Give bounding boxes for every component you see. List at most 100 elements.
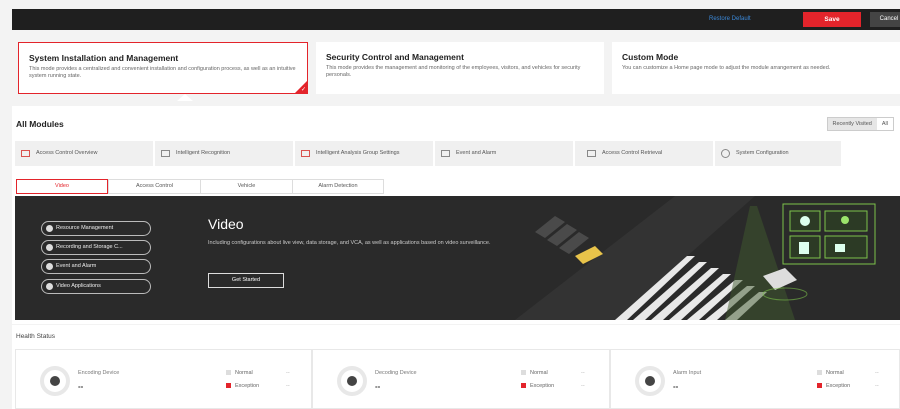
module-label: Intelligent Recognition: [176, 150, 231, 156]
mode-title: System Installation and Management: [29, 53, 179, 63]
step-resource-management[interactable]: Resource Management: [41, 221, 151, 236]
mode-description: This mode provides the management and mo…: [326, 65, 581, 78]
filter-recently-visited[interactable]: Recently Visited: [827, 118, 877, 130]
health-status-panel: Health Status Encoding Device -- Normal …: [12, 325, 900, 409]
module-label: Access Control Retrieval: [602, 150, 663, 156]
card-value: --: [78, 382, 84, 391]
cancel-button[interactable]: Cancel: [870, 12, 900, 27]
status-exception: Exception: [521, 383, 554, 389]
normal-count: --: [875, 370, 879, 376]
step-recording-storage[interactable]: Recording and Storage C...: [41, 240, 151, 255]
mode-card-custom[interactable]: Custom Mode You can customize a Home pag…: [612, 42, 900, 94]
status-label: Normal: [530, 370, 548, 376]
tab-vehicle[interactable]: Vehicle: [200, 179, 292, 194]
exception-legend-swatch: [817, 383, 822, 389]
get-started-button[interactable]: Get Started: [208, 273, 284, 288]
selection-pointer: [177, 94, 193, 101]
city-illustration: [515, 196, 876, 320]
step-video-applications[interactable]: Video Applications: [41, 279, 151, 294]
exception-legend-swatch: [521, 383, 526, 389]
normal-legend-swatch: [521, 370, 526, 376]
module-label: Event and Alarm: [456, 150, 497, 156]
module-access-control-retrieval[interactable]: Access Control Retrieval: [575, 141, 713, 166]
status-normal: Normal: [817, 370, 844, 376]
banner-description: Including configurations about live view…: [208, 240, 491, 246]
mode-title: Security Control and Management: [326, 52, 464, 62]
status-label: Normal: [826, 370, 844, 376]
status-exception: Exception: [817, 383, 850, 389]
module-label: System Configuration: [736, 150, 789, 156]
exception-count: --: [581, 383, 585, 389]
step-dot-icon: [46, 283, 53, 290]
gear-icon: [721, 149, 730, 158]
status-label: Exception: [530, 383, 555, 389]
health-card-decoding-device[interactable]: Decoding Device -- Normal -- Exception -…: [312, 349, 610, 409]
step-dot-icon: [46, 263, 53, 270]
exception-legend-swatch: [226, 383, 231, 389]
module-filter-toggle: Recently Visited All: [826, 117, 894, 131]
status-label: Exception: [235, 383, 260, 389]
exception-count: --: [875, 383, 879, 389]
all-modules-title: All Modules: [16, 119, 64, 129]
mode-description: This mode provides a centralized and con…: [29, 66, 296, 79]
normal-count: --: [581, 370, 585, 376]
tab-video[interactable]: Video: [16, 179, 108, 194]
step-label: Event and Alarm: [56, 263, 97, 269]
step-label: Recording and Storage C...: [56, 244, 123, 250]
encoding-device-icon: [40, 366, 70, 396]
decoding-device-icon: [337, 366, 367, 396]
filter-all[interactable]: All: [876, 118, 893, 130]
module-analysis-group-settings[interactable]: Intelligent Analysis Group Settings: [295, 141, 433, 166]
recognition-icon: [161, 150, 170, 157]
card-name: Alarm Input: [673, 370, 702, 376]
module-access-control-overview[interactable]: Access Control Overview: [15, 141, 153, 166]
mode-title: Custom Mode: [622, 52, 679, 62]
health-card-encoding-device[interactable]: Encoding Device -- Normal -- Exception -…: [15, 349, 312, 409]
alarm-input-icon: [635, 366, 665, 396]
card-value: --: [673, 382, 679, 391]
analysis-icon: [301, 150, 310, 157]
health-card-alarm-input[interactable]: Alarm Input -- Normal -- Exception --: [610, 349, 900, 409]
module-label: Access Control Overview: [36, 150, 98, 156]
alarm-icon: [441, 150, 450, 157]
access-control-icon: [21, 150, 30, 157]
normal-legend-swatch: [817, 370, 822, 376]
module-event-and-alarm[interactable]: Event and Alarm: [435, 141, 573, 166]
module-shortcuts: Access Control Overview Intelligent Reco…: [15, 141, 897, 166]
tab-alarm-detection[interactable]: Alarm Detection: [292, 179, 384, 194]
step-event-alarm[interactable]: Event and Alarm: [41, 259, 151, 274]
module-system-configuration[interactable]: System Configuration: [715, 141, 841, 166]
exception-count: --: [286, 383, 290, 389]
tab-access-control[interactable]: Access Control: [108, 179, 200, 194]
step-dot-icon: [46, 244, 53, 251]
status-label: Exception: [826, 383, 851, 389]
check-icon: ✓: [300, 87, 306, 93]
normal-count: --: [286, 370, 290, 376]
step-label: Video Applications: [56, 283, 101, 289]
mode-card-system-installation[interactable]: System Installation and Management This …: [18, 42, 308, 94]
module-intelligent-recognition[interactable]: Intelligent Recognition: [155, 141, 293, 166]
all-modules-panel: All Modules Recently Visited All Access …: [12, 106, 900, 324]
video-guide-banner: Resource Management Recording and Storag…: [15, 196, 900, 320]
step-dot-icon: [46, 225, 53, 232]
mode-card-security-control[interactable]: Security Control and Management This mod…: [316, 42, 604, 94]
mode-description: You can customize a Home page mode to ad…: [622, 65, 831, 71]
step-label: Resource Management: [56, 225, 114, 231]
banner-title: Video: [208, 216, 244, 232]
top-toolbar: Restore Default Save Cancel: [12, 9, 900, 30]
home-mode-selector: System Installation and Management This …: [12, 38, 900, 101]
card-value: --: [375, 382, 381, 391]
restore-default-link[interactable]: Restore Default: [709, 9, 751, 30]
status-normal: Normal: [521, 370, 548, 376]
status-normal: Normal: [226, 370, 253, 376]
health-status-title: Health Status: [16, 333, 56, 340]
status-label: Normal: [235, 370, 253, 376]
card-name: Decoding Device: [375, 370, 417, 376]
normal-legend-swatch: [226, 370, 231, 376]
status-exception: Exception: [226, 383, 259, 389]
retrieval-icon: [587, 150, 596, 157]
save-button[interactable]: Save: [803, 12, 861, 27]
card-name: Encoding Device: [78, 370, 120, 376]
module-label: Intelligent Analysis Group Settings: [316, 150, 400, 156]
module-tabs: Video Access Control Vehicle Alarm Detec…: [16, 179, 384, 194]
